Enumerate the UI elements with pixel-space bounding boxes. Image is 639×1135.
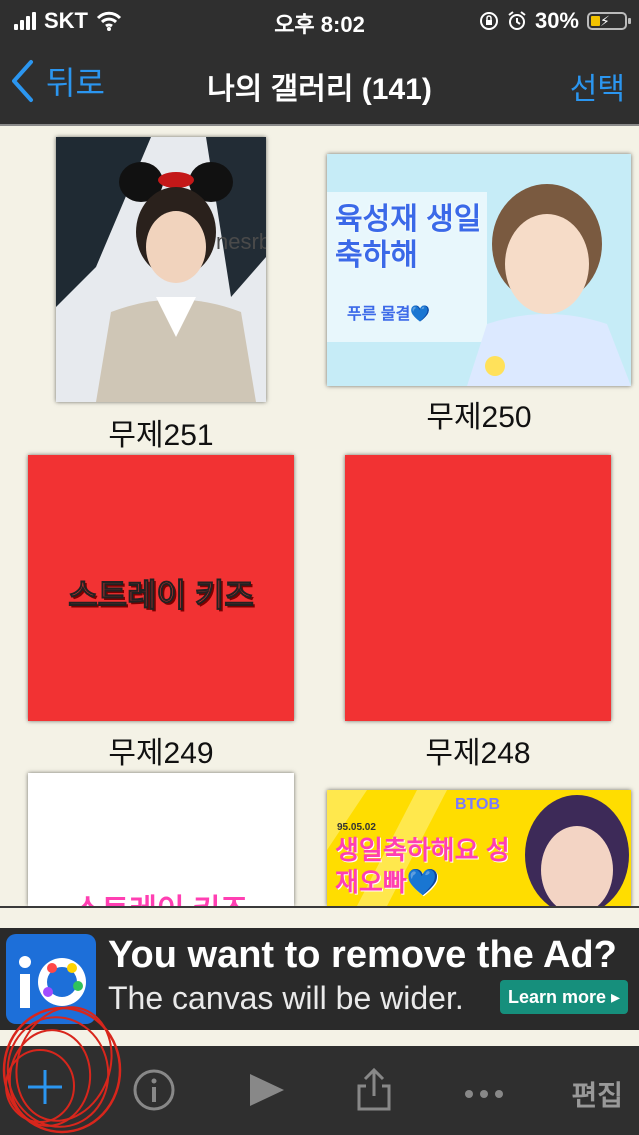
gallery-item-251[interactable]: nesrby (56, 137, 266, 402)
ad-subtitle: The canvas will be wider. (108, 980, 464, 1016)
photo-text: nesrby (216, 229, 266, 254)
add-button[interactable] (22, 1064, 68, 1115)
banner-text: 육성재 생일축하해 (335, 203, 482, 272)
canvas-text: 스트레이 키즈 (68, 577, 255, 614)
gallery-item-247[interactable]: 스트레이 키즈 (28, 773, 294, 906)
banner-brand: BTOB (455, 796, 501, 813)
banner-date: 95.05.02 (337, 822, 376, 833)
item-caption: 무제250 (426, 401, 532, 434)
ad-title: You want to remove the Ad? (108, 934, 617, 976)
bottom-toolbar: 편집 (0, 1046, 639, 1135)
banner-text: 생일축하해요 성재오빠💙 (335, 835, 510, 897)
portrait-image (56, 137, 266, 402)
item-caption: 무제248 (425, 737, 531, 770)
gallery-item-248[interactable] (345, 455, 611, 721)
ad-banner[interactable]: You want to remove the Ad? The canvas wi… (0, 906, 639, 1046)
plus-icon (28, 1070, 62, 1104)
more-icon (465, 1090, 503, 1098)
share-icon (357, 1067, 391, 1111)
gallery-item-246[interactable]: BTOB 95.05.02 생일축하해요 성재오빠💙 (327, 790, 631, 906)
battery-percent: 30% (534, 8, 579, 33)
battery-icon: ⚡ (587, 12, 631, 30)
item-caption: 무제251 (108, 419, 214, 452)
status-right: 30% ⚡ (479, 8, 631, 34)
learn-more-button[interactable]: Learn more ▸ (500, 980, 628, 1014)
play-button[interactable] (248, 1072, 286, 1113)
ad-content[interactable]: You want to remove the Ad? The canvas wi… (0, 928, 639, 1030)
more-button[interactable] (464, 1086, 504, 1104)
status-bar: SKT 오후 8:02 30% ⚡ (0, 0, 639, 40)
edit-button[interactable]: 편집 (571, 1074, 623, 1114)
select-button[interactable]: 선택 (570, 64, 625, 108)
gallery-item-249[interactable]: 스트레이 키즈 (28, 455, 294, 721)
share-button[interactable] (354, 1066, 394, 1117)
play-icon (250, 1074, 284, 1106)
item-caption: 무제249 (108, 737, 214, 770)
page-title: 나의 갤러리 (141) (207, 73, 432, 106)
ibis-paint-logo (6, 934, 96, 1024)
nav-bar: 뒤로 나의 갤러리 (141) 선택 (0, 40, 639, 126)
banner-subtext: 푸른 물결💙 (347, 306, 431, 323)
canvas-text: 스트레이 키즈 (28, 885, 294, 906)
gallery-item-250[interactable]: 육성재 생일축하해 푸른 물결💙 (327, 154, 631, 386)
info-icon (133, 1069, 175, 1111)
info-button[interactable] (132, 1068, 176, 1117)
rotation-lock-icon (479, 12, 498, 30)
alarm-icon (508, 11, 526, 30)
